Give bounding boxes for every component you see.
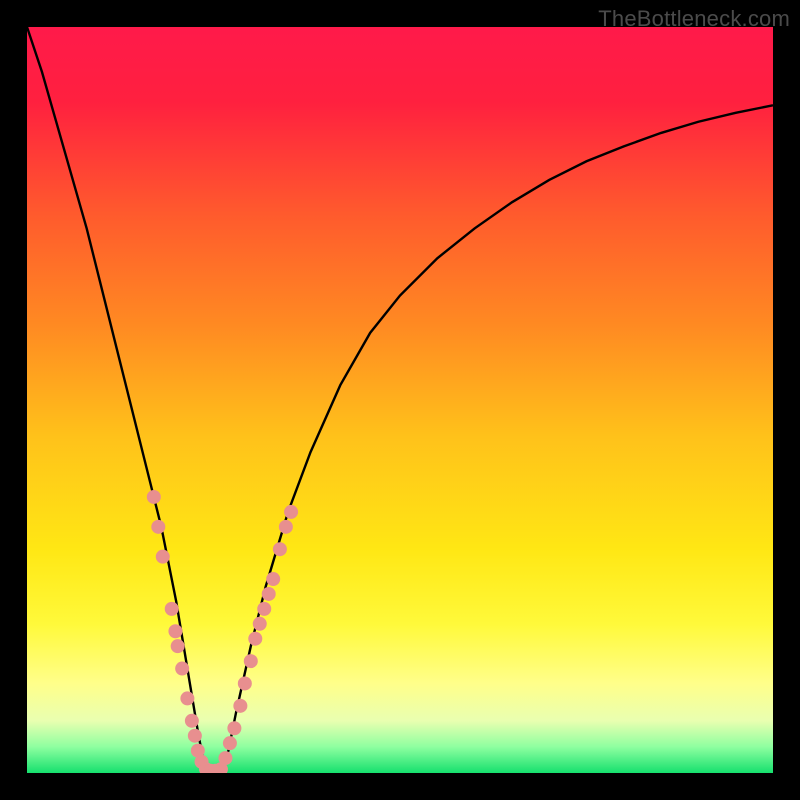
curve-marker <box>244 654 258 668</box>
curve-marker <box>151 520 165 534</box>
curve-marker <box>185 714 199 728</box>
curve-marker <box>248 632 262 646</box>
bottleneck-curve <box>27 27 773 773</box>
curve-marker <box>223 736 237 750</box>
curve-markers <box>147 490 298 773</box>
curve-marker <box>180 691 194 705</box>
curve-marker <box>156 550 170 564</box>
curve-marker <box>233 699 247 713</box>
curve-marker <box>227 721 241 735</box>
curve-marker <box>147 490 161 504</box>
curve-marker <box>279 520 293 534</box>
bottleneck-curve-layer <box>27 27 773 773</box>
watermark-text: TheBottleneck.com <box>598 6 790 32</box>
curve-marker <box>238 676 252 690</box>
curve-marker <box>273 542 287 556</box>
curve-marker <box>284 505 298 519</box>
curve-marker <box>253 617 267 631</box>
curve-marker <box>257 602 271 616</box>
curve-marker <box>171 639 185 653</box>
chart-frame: TheBottleneck.com <box>0 0 800 800</box>
curve-marker <box>218 751 232 765</box>
curve-marker <box>266 572 280 586</box>
curve-marker <box>165 602 179 616</box>
curve-marker <box>262 587 276 601</box>
curve-marker <box>168 624 182 638</box>
curve-marker <box>175 662 189 676</box>
curve-marker <box>188 729 202 743</box>
plot-area <box>27 27 773 773</box>
